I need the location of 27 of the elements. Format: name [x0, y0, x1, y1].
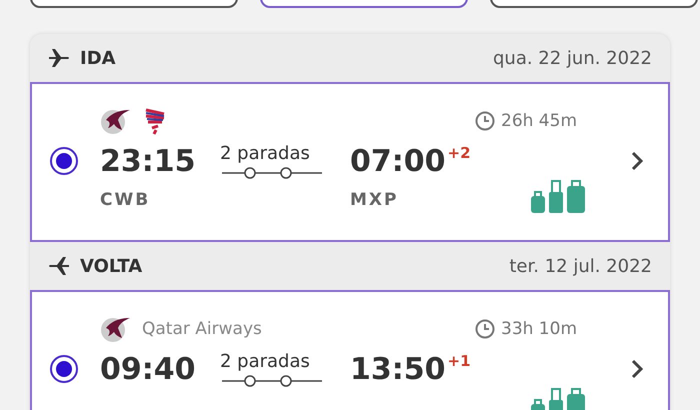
departure-time: 23:15 — [100, 144, 196, 178]
radio-button[interactable] — [50, 355, 78, 383]
clock-icon — [475, 319, 495, 339]
stops-line-icon — [220, 374, 324, 388]
arrival-time: 07:00 — [350, 144, 446, 178]
stops-label: 2 paradas — [220, 350, 310, 372]
departure-airport-code: CWB — [100, 190, 152, 210]
radio-button[interactable] — [50, 147, 78, 175]
leg-date: ter. 12 jul. 2022 — [509, 256, 652, 276]
chevron-right-icon[interactable] — [630, 150, 644, 172]
airplane-icon — [48, 48, 70, 68]
leg-label: IDA — [80, 48, 116, 68]
chevron-right-icon[interactable] — [630, 358, 644, 380]
leg-date: qua. 22 jun. 2022 — [492, 48, 652, 68]
arrival-airport-code: MXP — [350, 190, 400, 210]
airplane-icon — [48, 256, 70, 276]
airline-name: Qatar Airways — [142, 319, 262, 339]
departure-time: 09:40 — [100, 352, 196, 386]
flight-duration: 33h 10m — [501, 319, 578, 339]
flight-duration: 26h 45m — [501, 111, 578, 131]
stops-label: 2 paradas — [220, 142, 310, 164]
day-offset: +2 — [448, 144, 471, 162]
clock-icon — [475, 111, 495, 131]
day-offset: +1 — [448, 352, 471, 370]
leg-label: VOLTA — [80, 256, 142, 276]
arrival-time: 13:50 — [350, 352, 446, 386]
stops-line-icon — [220, 166, 324, 180]
